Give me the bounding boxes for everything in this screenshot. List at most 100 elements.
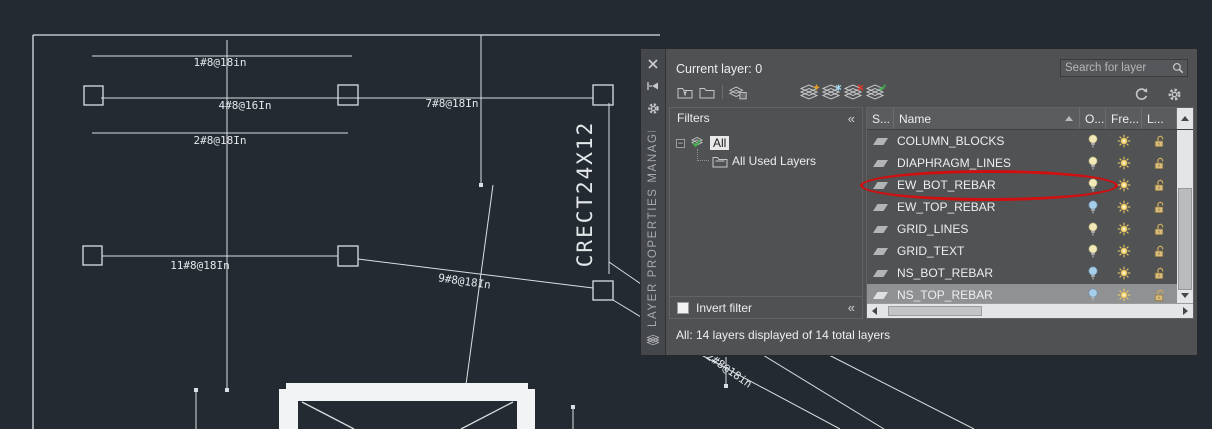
layer-name[interactable]: NS_TOP_REBAR [894, 284, 1080, 303]
layer-name[interactable]: EW_TOP_REBAR [894, 196, 1080, 218]
rebar-label-1: 1#8@18in [194, 56, 247, 69]
palette-title: LAYER PROPERTIES MANAGER [647, 131, 659, 327]
column-size-label: CRECT24X12 [573, 121, 597, 267]
search-icon[interactable] [1172, 62, 1184, 74]
layers-stack-icon [646, 333, 660, 347]
layer-on-bulb-icon[interactable] [1080, 130, 1106, 152]
layer-row[interactable]: NS_TOP_REBAR [867, 284, 1193, 303]
layer-freeze-sun-icon[interactable] [1106, 174, 1142, 196]
filter-tree-item-all-used[interactable]: All Used Layers [694, 149, 816, 169]
layer-lock-icon[interactable] [1142, 218, 1177, 240]
layer-on-bulb-icon[interactable] [1080, 218, 1106, 240]
layer-lock-icon[interactable] [1142, 130, 1177, 152]
column-header-lock[interactable]: L... [1142, 108, 1177, 129]
layer-row[interactable]: NS_BOT_REBAR [867, 262, 1193, 284]
scroll-left-button[interactable] [867, 304, 882, 318]
palette-properties-gear-icon[interactable] [646, 101, 660, 115]
layer-on-bulb-icon[interactable] [1080, 174, 1106, 196]
collapse-filters-icon[interactable]: « [848, 112, 855, 125]
horizontal-scrollbar[interactable] [867, 303, 1193, 318]
layer-name[interactable]: GRID_TEXT [894, 240, 1080, 262]
layer-row[interactable]: EW_TOP_REBAR [867, 196, 1193, 218]
column-header-status[interactable]: S... [867, 108, 894, 129]
rebar-label-2: 2#8@18In [194, 134, 247, 147]
layer-on-bulb-icon[interactable] [1080, 240, 1106, 262]
autocad-viewport: 1#8@18in 4#8@16In 2#8@18In 7#8@18In 11#8… [0, 0, 1212, 429]
cad-column-blocks [82, 84, 614, 301]
delete-layer-icon[interactable] [843, 83, 865, 101]
layer-lock-icon[interactable] [1142, 174, 1177, 196]
layer-on-bulb-icon[interactable] [1080, 262, 1106, 284]
layer-freeze-sun-icon[interactable] [1106, 196, 1142, 218]
tree-collapse-box[interactable]: − [676, 138, 685, 148]
layer-row[interactable]: DIAPHRAGM_LINES [867, 152, 1193, 174]
layer-rows: COLUMN_BLOCKS DIAPHRAGM_LINES EW_BOT_REB… [867, 130, 1193, 303]
palette-statusbar: All: 14 layers displayed of 14 total lay… [666, 319, 1197, 355]
filters-title: Filters [677, 111, 710, 125]
invert-filter-checkbox[interactable] [677, 301, 689, 314]
layer-lock-icon[interactable] [1142, 152, 1177, 174]
filters-footer: Invert filter « [670, 296, 862, 318]
layer-freeze-sun-icon[interactable] [1106, 262, 1142, 284]
sort-ascending-icon [1065, 116, 1073, 121]
close-icon[interactable] [646, 57, 660, 71]
filter-all-used-label[interactable]: All Used Layers [732, 154, 816, 168]
layer-lock-icon[interactable] [1142, 196, 1177, 218]
layer-states-manager-icon[interactable] [727, 83, 749, 101]
vertical-scrollbar-thumb[interactable] [1178, 188, 1192, 290]
layer-row[interactable]: EW_BOT_REBAR [867, 174, 1193, 196]
column-header-on[interactable]: O... [1080, 108, 1106, 129]
new-group-filter-icon[interactable] [696, 83, 718, 101]
layer-list: S... Name O... Fre... L... COLUMN_BLOCKS [866, 107, 1194, 319]
layer-lock-icon[interactable] [1142, 284, 1177, 303]
layer-row[interactable]: COLUMN_BLOCKS [867, 130, 1193, 152]
layer-status-icon [867, 130, 894, 152]
layer-freeze-sun-icon[interactable] [1106, 130, 1142, 152]
column-header-freeze[interactable]: Fre... [1106, 108, 1142, 129]
filter-tree: − All All Used Layers [670, 128, 862, 296]
layer-name[interactable]: COLUMN_BLOCKS [894, 130, 1080, 152]
tree-connector [697, 149, 709, 161]
toolbar-separator [722, 85, 723, 99]
scroll-down-button[interactable] [1177, 288, 1193, 303]
palette-topbar-right [1130, 85, 1185, 103]
layer-freeze-sun-icon[interactable] [1106, 284, 1142, 303]
horizontal-scrollbar-thumb[interactable] [888, 306, 982, 316]
layer-search-input[interactable] [1061, 62, 1172, 74]
new-layer-icon[interactable] [799, 83, 821, 101]
cad-boundary [32, 34, 660, 429]
settings-gear-icon[interactable] [1163, 85, 1185, 103]
layer-name[interactable]: DIAPHRAGM_LINES [894, 152, 1080, 174]
layer-search-box[interactable] [1060, 59, 1188, 77]
new-property-filter-icon[interactable] [674, 83, 696, 101]
layer-status-icon [867, 240, 894, 262]
layer-status-icon [867, 152, 894, 174]
layer-freeze-sun-icon[interactable] [1106, 152, 1142, 174]
set-current-layer-icon[interactable] [865, 83, 887, 101]
layer-on-bulb-icon[interactable] [1080, 152, 1106, 174]
autohide-pin-icon[interactable] [646, 79, 660, 93]
rebar-label-7: 7#8@18In [426, 97, 479, 110]
layer-list-header: S... Name O... Fre... L... [867, 108, 1193, 130]
refresh-icon[interactable] [1130, 85, 1152, 103]
scroll-up-button[interactable] [1177, 108, 1193, 129]
layer-lock-icon[interactable] [1142, 262, 1177, 284]
new-frozen-layer-icon[interactable] [821, 83, 843, 101]
layer-row[interactable]: GRID_LINES [867, 218, 1193, 240]
collapse-invert-icon[interactable]: « [848, 301, 855, 314]
layer-lock-icon[interactable] [1142, 240, 1177, 262]
scroll-right-button[interactable] [1178, 304, 1193, 318]
layer-properties-manager-palette: LAYER PROPERTIES MANAGER Current layer: … [640, 48, 1198, 356]
layer-name[interactable]: NS_BOT_REBAR [894, 262, 1080, 284]
layer-name[interactable]: GRID_LINES [894, 218, 1080, 240]
layer-on-bulb-icon[interactable] [1080, 284, 1106, 303]
layer-on-bulb-icon[interactable] [1080, 196, 1106, 218]
filter-all-label[interactable]: All [710, 136, 730, 150]
layer-name[interactable]: EW_BOT_REBAR [894, 174, 1080, 196]
layer-row[interactable]: GRID_TEXT [867, 240, 1193, 262]
column-header-name[interactable]: Name [894, 108, 1080, 129]
layer-freeze-sun-icon[interactable] [1106, 240, 1142, 262]
layer-freeze-sun-icon[interactable] [1106, 218, 1142, 240]
rebar-label-11: 11#8@18In [170, 259, 230, 272]
vertical-scrollbar[interactable] [1177, 130, 1193, 303]
